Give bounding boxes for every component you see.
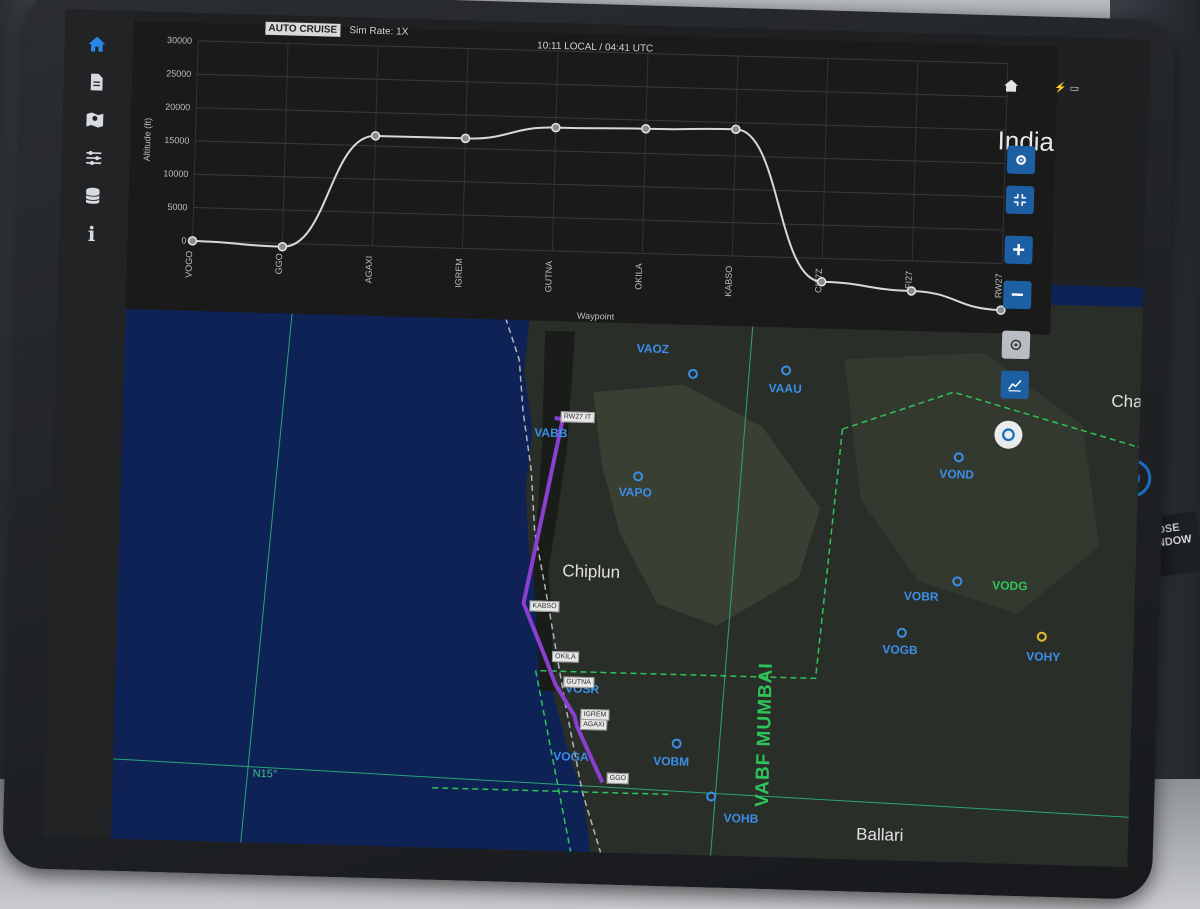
chart-canvas: 050001000015000200002500030000VOGO GGO AGA…: [142, 35, 1009, 322]
altitude-data-point: [187, 236, 198, 246]
waypoint-tag[interactable]: GUTNA: [563, 676, 594, 689]
city-label-chiplun: Chiplun: [562, 561, 621, 582]
waypoint-tag[interactable]: AGAXI: [580, 718, 608, 731]
altitude-data-point: [370, 131, 381, 141]
airport-icon[interactable]: [779, 363, 793, 377]
x-tick-label: OKILA: [633, 263, 644, 290]
waypoint-tag[interactable]: RW27 IT: [560, 411, 595, 424]
airport-icon[interactable]: [895, 626, 909, 640]
airport-label-vaoz[interactable]: VAOZ: [636, 341, 669, 356]
y-tick-label: 5000: [167, 202, 187, 213]
y-tick-label: 0: [181, 236, 186, 246]
airport-label-vobm[interactable]: VOBM: [653, 754, 689, 769]
zoom-out-button[interactable]: −: [1002, 280, 1032, 310]
x-tick-label: IGREM: [453, 258, 464, 288]
altitude-data-point: [906, 286, 917, 296]
y-tick-label: 10000: [163, 168, 188, 179]
waypoint-tag[interactable]: KABSO: [529, 600, 560, 613]
airport-icon[interactable]: [950, 574, 964, 588]
sidebar-item-map[interactable]: [80, 106, 109, 135]
x-tick-label: GGO: [274, 253, 285, 274]
altitude-chart-toggle[interactable]: [1000, 370, 1030, 400]
sidebar-item-settings[interactable]: [79, 144, 108, 173]
altitude-data-point: [816, 277, 827, 287]
sim-mode-badge: AUTO CRUISE: [265, 21, 341, 37]
x-tick-label: AGAXI: [363, 256, 374, 284]
waypoint-tag[interactable]: GGO: [606, 772, 630, 785]
y-gridline: [192, 240, 1003, 264]
fit-icon: [1013, 193, 1027, 207]
home-icon: [88, 36, 106, 52]
sidebar-item-database[interactable]: [78, 182, 107, 211]
y-gridline: [196, 107, 1006, 131]
airport-label-vond[interactable]: VOND: [939, 467, 974, 482]
altitude-data-point: [277, 241, 288, 252]
navigation-map[interactable]: N20° N15° Chiplun Ballari Cha VABF MUMBA…: [110, 259, 1144, 868]
sidebar-item-flight-plan[interactable]: [82, 68, 111, 97]
airport-label-vaau[interactable]: VAAU: [768, 381, 802, 396]
airport-label-vabb[interactable]: VABB: [534, 425, 568, 440]
map-icon: [86, 112, 104, 128]
sidebar-item-info[interactable]: i: [77, 220, 106, 249]
database-icon: [85, 187, 100, 204]
x-tick-label: VOGO: [183, 251, 194, 278]
airport-label-voga[interactable]: VOGA: [553, 749, 589, 764]
x-tick-label: KABSO: [723, 266, 734, 297]
airport-label-vobr[interactable]: VOBR: [904, 589, 939, 604]
airport-icon[interactable]: [952, 450, 966, 464]
altitude-data-point: [641, 124, 651, 134]
airport-label-vodg[interactable]: VODG: [992, 578, 1028, 593]
waypoint-tag[interactable]: OKILA: [551, 651, 579, 663]
y-gridline: [194, 173, 1005, 198]
altitude-data-point: [551, 122, 561, 133]
x-tick-label: FI27: [903, 271, 913, 289]
city-label-ballari: Ballari: [855, 824, 904, 845]
settings-icon: [1016, 155, 1026, 165]
airport-label-vohb[interactable]: VOHB: [723, 811, 758, 826]
altitude-series-line: [192, 126, 1001, 312]
battery-icon: ⚡ ▭: [1054, 82, 1080, 95]
y-gridline: [193, 207, 1004, 231]
swirl-icon: [1002, 428, 1015, 442]
airport-icon[interactable]: [631, 469, 645, 483]
y-axis-label: Altitude (ft): [142, 118, 153, 162]
city-label-cha: Cha: [1111, 391, 1143, 412]
locate-icon: [1010, 339, 1022, 351]
airport-icon[interactable]: [1035, 630, 1049, 644]
airport-icon[interactable]: [686, 367, 700, 381]
tablet-screen: N20° N15° Chiplun Ballari Cha VABF MUMBA…: [42, 9, 1151, 868]
zoom-out-icon: −: [1010, 281, 1025, 308]
airport-label-vapo[interactable]: VAPO: [618, 485, 652, 500]
y-tick-label: 15000: [164, 135, 189, 146]
sliders-icon: [86, 150, 102, 166]
locate-button[interactable]: [1001, 330, 1031, 360]
x-tick-label: GUTNA: [543, 261, 554, 293]
map-fit-button[interactable]: [1005, 185, 1035, 215]
document-icon: [90, 73, 103, 91]
airport-label-vogb[interactable]: VOGB: [882, 642, 918, 657]
altitude-data-point: [460, 133, 471, 144]
airport-label-vohy[interactable]: VOHY: [1026, 649, 1060, 664]
airport-icon[interactable]: [704, 789, 718, 803]
home-icon[interactable]: [1003, 78, 1019, 92]
fir-label: VABF MUMBAI: [751, 662, 777, 808]
y-tick-label: 20000: [165, 102, 190, 113]
zoom-in-icon: +: [1011, 236, 1026, 263]
x-axis-label: Waypoint: [577, 311, 615, 322]
map-settings-button[interactable]: [1006, 145, 1036, 175]
info-icon: i: [87, 221, 96, 247]
sim-rate-label: Sim Rate: 1X: [349, 25, 409, 38]
altitude-data-point: [731, 124, 741, 135]
y-tick-label: 25000: [166, 68, 191, 79]
efb-tablet: N20° N15° Chiplun Ballari Cha VABF MUMBA…: [1, 0, 1177, 900]
grid-label-n15: N15°: [252, 767, 278, 781]
y-gridline: [197, 73, 1007, 98]
chart-icon: [1008, 380, 1022, 392]
y-gridline: [195, 140, 1006, 165]
zoom-in-button[interactable]: +: [1004, 235, 1033, 265]
altitude-profile-chart: 0 5000 10000 15000 20000 25000 30000 VOGO GGO AGA…: [125, 21, 1059, 335]
airport-icon[interactable]: [669, 736, 683, 750]
sidebar-item-home[interactable]: [83, 30, 112, 59]
